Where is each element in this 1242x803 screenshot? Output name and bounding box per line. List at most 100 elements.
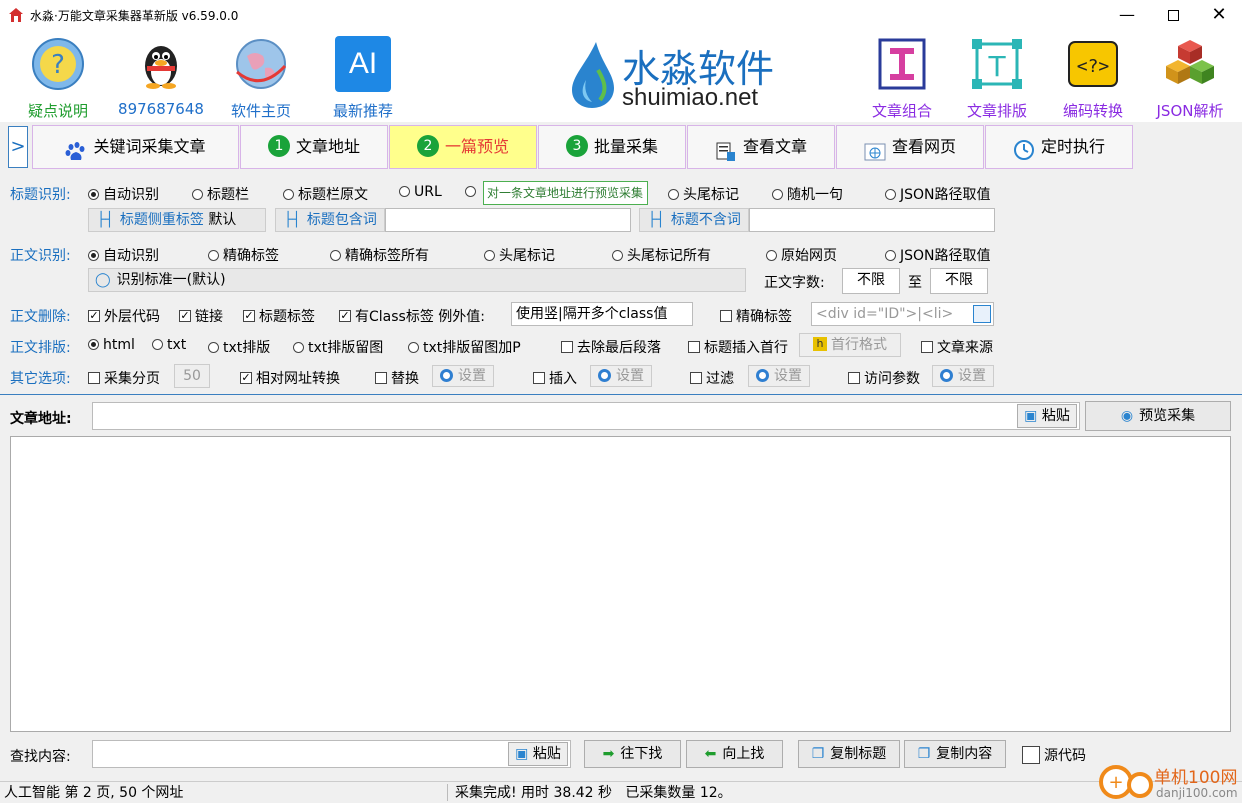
tab-batch[interactable]: 3 批量采集 bbox=[538, 125, 686, 169]
replace-settings-button[interactable]: 设置 bbox=[432, 365, 494, 387]
find-prev-button[interactable]: ⬅ 向上找 bbox=[686, 740, 783, 768]
paste-label: 粘贴 bbox=[1041, 408, 1070, 424]
encoding-button[interactable]: <?> 编码转换 bbox=[1053, 34, 1133, 120]
exact-tag-checkbox[interactable]: 精确标签 bbox=[720, 306, 792, 326]
find-paste-button[interactable]: ▣ 粘贴 bbox=[508, 742, 568, 766]
title-not-contains-input[interactable] bbox=[749, 208, 995, 232]
address-paste-button[interactable]: ▣ 粘贴 bbox=[1017, 404, 1077, 428]
title-contains-button[interactable]: ├┤ 标题包含词 bbox=[275, 208, 385, 232]
article-combine-icon bbox=[878, 38, 926, 90]
title-opt-random[interactable]: 随机一句 bbox=[772, 184, 843, 204]
replace-checkbox[interactable]: 替换 bbox=[375, 368, 419, 388]
body-opt-exact-all[interactable]: 精确标签所有 bbox=[330, 245, 429, 265]
tab-article-address[interactable]: 1 文章地址 bbox=[240, 125, 388, 169]
filter-checkbox[interactable]: 过滤 bbox=[690, 368, 734, 388]
content-textarea[interactable] bbox=[10, 436, 1231, 732]
article-combine-button[interactable]: 文章组合 bbox=[862, 34, 942, 120]
checkbox-icon: ✓ bbox=[179, 309, 191, 322]
tab-schedule[interactable]: 定时执行 bbox=[985, 125, 1133, 169]
body-opt-head-tail[interactable]: 头尾标记 bbox=[484, 245, 555, 265]
checkbox-icon bbox=[921, 341, 933, 353]
body-opt-auto[interactable]: 自动识别 bbox=[88, 245, 159, 265]
title-opt-auto[interactable]: 自动识别 bbox=[88, 184, 159, 204]
find-next-button[interactable]: ➡ 往下找 bbox=[584, 740, 681, 768]
opt-label: txt排版留图加P bbox=[423, 340, 521, 356]
opt-label: 文章来源 bbox=[937, 340, 993, 356]
body-count-min[interactable]: 不限 bbox=[842, 268, 900, 294]
title-opt-titlebar[interactable]: 标题栏 bbox=[192, 184, 249, 204]
bracket-icon: ├┤ bbox=[97, 212, 114, 228]
format-opt-txt-img-p[interactable]: txt排版留图加P bbox=[408, 337, 521, 357]
body-count-max[interactable]: 不限 bbox=[930, 268, 988, 294]
json-button[interactable]: JSON解析 bbox=[1148, 34, 1232, 120]
paging-count-input[interactable]: 50 bbox=[174, 364, 210, 388]
body-standard-select[interactable]: ◯ 识别标准一(默认) bbox=[88, 268, 746, 292]
format-opt-txt-layout[interactable]: txt排版 bbox=[208, 337, 270, 357]
format-opt-html[interactable]: html bbox=[88, 337, 135, 353]
body-opt-raw[interactable]: 原始网页 bbox=[766, 245, 837, 265]
insert-settings-button[interactable]: 设置 bbox=[590, 365, 652, 387]
delete-class-tag-checkbox[interactable]: ✓ 有Class标签 例外值: bbox=[339, 306, 485, 326]
find-input[interactable]: ▣ 粘贴 bbox=[92, 740, 571, 768]
tab-view-article[interactable]: 查看文章 bbox=[687, 125, 835, 169]
close-button[interactable]: ✕ bbox=[1196, 0, 1242, 30]
source-checkbox[interactable]: 文章来源 bbox=[921, 337, 993, 357]
gear-icon bbox=[940, 368, 953, 382]
settings-label: 设置 bbox=[616, 368, 644, 384]
copy-title-button[interactable]: ❐ 复制标题 bbox=[798, 740, 900, 768]
title-opt-hidden[interactable] bbox=[465, 184, 480, 200]
radio-icon bbox=[208, 249, 219, 261]
paging-checkbox[interactable]: 采集分页 bbox=[88, 368, 160, 388]
bracket-icon: ├┤ bbox=[648, 212, 665, 228]
body-opt-json[interactable]: JSON路径取值 bbox=[885, 245, 991, 265]
svg-text:?: ? bbox=[51, 50, 65, 80]
delete-outer-checkbox[interactable]: ✓ 外层代码 bbox=[88, 306, 160, 326]
tab-preview[interactable]: 2 一篇预览 bbox=[389, 125, 537, 169]
visit-settings-button[interactable]: 设置 bbox=[932, 365, 994, 387]
exact-tag-input[interactable]: <div id="ID">|<li> bbox=[811, 302, 994, 326]
title-opt-url[interactable]: URL bbox=[399, 184, 442, 200]
opt-label: 精确标签 bbox=[223, 248, 279, 264]
insert-title-checkbox[interactable]: 标题插入首行 bbox=[688, 337, 788, 357]
body-opt-head-tail-all[interactable]: 头尾标记所有 bbox=[612, 245, 711, 265]
picker-icon[interactable] bbox=[973, 305, 991, 323]
insert-checkbox[interactable]: 插入 bbox=[533, 368, 577, 388]
filter-settings-button[interactable]: 设置 bbox=[748, 365, 810, 387]
format-opt-txt-img[interactable]: txt排版留图 bbox=[293, 337, 383, 357]
delete-title-tag-checkbox[interactable]: ✓ 标题标签 bbox=[243, 306, 315, 326]
minimize-button[interactable]: — bbox=[1104, 0, 1150, 30]
tab-view-webpage[interactable]: 查看网页 bbox=[836, 125, 984, 169]
class-exception-input[interactable]: 使用竖|隔开多个class值 bbox=[511, 302, 693, 326]
homepage-button[interactable]: 软件主页 bbox=[220, 34, 302, 120]
source-code-checkbox[interactable]: 源代码 bbox=[1022, 745, 1086, 765]
radio-icon bbox=[885, 188, 896, 200]
delete-link-checkbox[interactable]: ✓ 链接 bbox=[179, 306, 223, 326]
format-opt-txt[interactable]: txt bbox=[152, 337, 186, 353]
globe-icon bbox=[236, 39, 287, 89]
preview-collect-button[interactable]: ◉ 预览采集 bbox=[1085, 401, 1231, 431]
article-layout-button[interactable]: T 文章排版 bbox=[957, 34, 1037, 120]
title-opt-json[interactable]: JSON路径取值 bbox=[885, 184, 991, 204]
help-button[interactable]: ? 疑点说明 bbox=[18, 34, 98, 120]
title-side-tag-button[interactable]: ├┤ 标题侧重标签 默认 bbox=[88, 208, 266, 232]
visit-params-checkbox[interactable]: 访问参数 bbox=[848, 368, 920, 388]
title-opt-titlebar-raw[interactable]: 标题栏原文 bbox=[283, 184, 368, 204]
title-not-contains-button[interactable]: ├┤ 标题不含词 bbox=[639, 208, 749, 232]
tab-keyword[interactable]: 关键词采集文章 bbox=[32, 125, 239, 169]
opt-label: 精确标签 bbox=[736, 309, 792, 325]
remove-last-checkbox[interactable]: 去除最后段落 bbox=[561, 337, 661, 357]
radio-icon bbox=[283, 188, 294, 200]
article-address-input[interactable]: ▣ 粘贴 bbox=[92, 402, 1080, 430]
maximize-button[interactable] bbox=[1150, 0, 1196, 30]
copy-content-button[interactable]: ❐ 复制内容 bbox=[904, 740, 1006, 768]
body-opt-exact[interactable]: 精确标签 bbox=[208, 245, 279, 265]
relative-url-checkbox[interactable]: ✓ 相对网址转换 bbox=[240, 368, 340, 388]
title-contains-input[interactable] bbox=[385, 208, 631, 232]
body-delete-label: 正文删除: bbox=[10, 309, 71, 325]
recommend-button[interactable]: AI 最新推荐 bbox=[322, 34, 404, 120]
body-format-label: 正文排版: bbox=[10, 340, 71, 356]
qq-button[interactable]: 897687648 bbox=[115, 34, 207, 120]
title-opt-head-tail[interactable]: 头尾标记 bbox=[668, 184, 739, 204]
radio-icon bbox=[766, 249, 777, 261]
first-line-format-button[interactable]: h 首行格式 bbox=[799, 333, 901, 357]
